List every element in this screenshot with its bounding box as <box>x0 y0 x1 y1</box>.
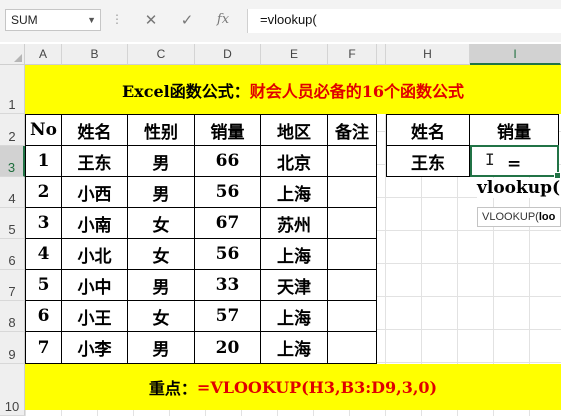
function-icon: fx <box>216 12 230 27</box>
table-cell[interactable]: 上海 <box>261 332 328 364</box>
table-cell[interactable] <box>328 239 377 270</box>
header-note[interactable]: 备注 <box>328 114 377 146</box>
table-cell[interactable]: 56 <box>195 239 261 270</box>
row-header-4[interactable]: 4 <box>0 177 25 208</box>
table-cell[interactable]: 1 <box>25 146 62 177</box>
table-cell[interactable]: 上海 <box>261 301 328 332</box>
table-cell[interactable]: 上海 <box>261 239 328 270</box>
table-cell[interactable]: 7 <box>25 332 62 364</box>
insert-function-button[interactable]: fx <box>208 9 238 31</box>
table-cell[interactable] <box>328 332 377 364</box>
drag-handle-icon[interactable]: ⋮ <box>111 12 123 26</box>
column-header-d[interactable]: D <box>195 44 261 65</box>
row-header-8[interactable]: 8 <box>0 301 25 332</box>
table-cell[interactable]: 苏州 <box>261 208 328 239</box>
column-header-i[interactable]: I <box>470 44 561 65</box>
table-cell[interactable]: 男 <box>128 177 195 208</box>
column-header-h[interactable]: H <box>386 44 470 65</box>
tooltip-argument: loo <box>538 211 556 223</box>
table-cell[interactable] <box>328 146 377 177</box>
table-cell[interactable]: 5 <box>25 270 62 301</box>
select-all-corner[interactable] <box>0 44 25 65</box>
title-prefix: Excel函数公式： <box>121 81 250 101</box>
table-cell[interactable]: 男 <box>128 332 195 364</box>
table-cell[interactable]: 66 <box>195 146 261 177</box>
column-header-c[interactable]: C <box>128 44 195 65</box>
table-cell[interactable]: 6 <box>25 301 62 332</box>
formula-input[interactable]: =vlookup( <box>247 9 561 33</box>
row-header-1[interactable]: 1 <box>0 65 25 114</box>
row-header-2[interactable]: 2 <box>0 114 25 146</box>
edit-equals: = <box>507 154 522 174</box>
chevron-down-icon[interactable]: ▼ <box>87 10 96 30</box>
check-icon: ✓ <box>180 11 194 29</box>
table-cell[interactable] <box>328 208 377 239</box>
header-gender[interactable]: 性别 <box>128 114 195 146</box>
tooltip-function-name: VLOOKUP( <box>482 211 539 223</box>
title-banner[interactable]: Excel函数公式： 财会人员必备的16个函数公式 <box>25 65 561 114</box>
table-cell[interactable]: 女 <box>128 239 195 270</box>
table-cell[interactable]: 小李 <box>62 332 128 364</box>
column-header-e[interactable]: E <box>261 44 328 65</box>
table-cell[interactable]: 2 <box>25 177 62 208</box>
close-icon: ✕ <box>144 11 158 29</box>
table-cell[interactable]: 小南 <box>62 208 128 239</box>
name-box-value: SUM <box>11 13 38 27</box>
table-cell[interactable]: 女 <box>128 301 195 332</box>
edit-overflow-text: vlookup( <box>477 178 561 198</box>
header-name[interactable]: 姓名 <box>62 114 128 146</box>
table-cell[interactable]: 小王 <box>62 301 128 332</box>
row-header-6[interactable]: 6 <box>0 239 25 270</box>
header-sales[interactable]: 销量 <box>195 114 261 146</box>
table-cell[interactable]: 王东 <box>62 146 128 177</box>
column-header-g[interactable] <box>377 44 386 65</box>
table-cell[interactable]: 3 <box>25 208 62 239</box>
table-cell[interactable] <box>328 301 377 332</box>
title-highlight: 财会人员必备的16个函数公式 <box>249 81 465 101</box>
table-cell[interactable]: 67 <box>195 208 261 239</box>
table-cell[interactable]: 上海 <box>261 177 328 208</box>
table-cell[interactable]: 男 <box>128 146 195 177</box>
footer-formula: =VLOOKUP(H3,B3:D9,3,0) <box>196 377 438 397</box>
name-box[interactable]: SUM ▼ <box>5 9 101 31</box>
table-cell[interactable]: 4 <box>25 239 62 270</box>
lookup-header-sales[interactable]: 销量 <box>470 114 559 146</box>
lookup-header-name[interactable]: 姓名 <box>386 114 470 146</box>
table-cell[interactable]: 女 <box>128 208 195 239</box>
table-cell[interactable]: 男 <box>128 270 195 301</box>
header-region[interactable]: 地区 <box>261 114 328 146</box>
table-cell[interactable]: 20 <box>195 332 261 364</box>
row-header-3[interactable]: 3 <box>0 146 25 177</box>
table-cell[interactable]: 小北 <box>62 239 128 270</box>
column-header-f[interactable]: F <box>328 44 377 65</box>
formula-bar: SUM ▼ ⋮ ✕ ✓ fx =vlookup( <box>0 0 561 42</box>
column-header-b[interactable]: B <box>62 44 128 65</box>
footer-prefix: 重点： <box>148 379 197 398</box>
table-cell[interactable]: 56 <box>195 177 261 208</box>
table-cell[interactable]: 57 <box>195 301 261 332</box>
table-cell[interactable] <box>328 270 377 301</box>
row-header-9[interactable]: 9 <box>0 332 25 364</box>
table-cell[interactable]: 北京 <box>261 146 328 177</box>
table-cell[interactable]: 小中 <box>62 270 128 301</box>
table-cell[interactable]: 33 <box>195 270 261 301</box>
cancel-button[interactable]: ✕ <box>136 9 166 31</box>
header-no[interactable]: No <box>25 114 62 146</box>
table-cell[interactable]: 天津 <box>261 270 328 301</box>
formula-text: =vlookup( <box>260 12 317 27</box>
function-tooltip[interactable]: VLOOKUP(loo <box>477 207 561 227</box>
enter-button[interactable]: ✓ <box>172 9 202 31</box>
column-header-a[interactable]: A <box>25 44 62 65</box>
text-cursor-icon: I <box>485 150 495 169</box>
row-header-5[interactable]: 5 <box>0 208 25 239</box>
table-cell[interactable]: 小西 <box>62 177 128 208</box>
row-header-10[interactable]: 10 <box>0 364 25 416</box>
table-cell[interactable] <box>328 177 377 208</box>
lookup-name-cell[interactable]: 王东 <box>386 146 470 177</box>
row-header-7[interactable]: 7 <box>0 270 25 301</box>
footer-banner[interactable]: 重点： =VLOOKUP(H3,B3:D9,3,0) <box>25 364 561 410</box>
